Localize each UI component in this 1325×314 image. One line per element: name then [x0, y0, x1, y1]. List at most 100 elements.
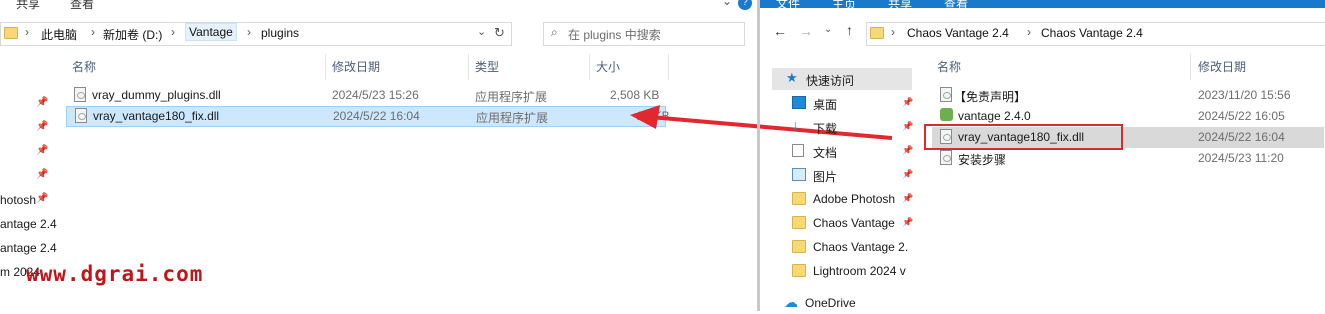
download-icon: ↓	[792, 117, 799, 133]
nav-label: OneDrive	[805, 296, 856, 310]
column-header-type[interactable]: 类型	[475, 58, 499, 75]
column-header-name[interactable]: 名称	[937, 58, 961, 75]
file-date: 2024/5/22 16:04	[333, 109, 420, 123]
address-bar[interactable]: › 此电脑 › 新加卷 (D:) › Vantage › plugins ⌄ ↻	[0, 22, 512, 46]
chevron-right-icon[interactable]: ›	[91, 25, 95, 39]
nav-item-quick-access[interactable]: ★ 快速访问	[772, 68, 912, 90]
column-divider[interactable]	[325, 54, 326, 80]
pin-icon[interactable]: 📌	[902, 193, 913, 204]
document-icon	[792, 144, 804, 157]
nav-label: 图片	[813, 170, 838, 184]
column-divider[interactable]	[1190, 54, 1191, 80]
watermark: www.dgrai.com	[26, 262, 204, 286]
breadcrumb-plugins[interactable]: plugins	[261, 26, 299, 40]
chevron-right-icon[interactable]: ›	[25, 25, 29, 39]
recent-dropdown-icon[interactable]: ⌄	[824, 24, 832, 35]
pin-icon[interactable]: 📌	[36, 193, 48, 204]
vantage-app-icon	[940, 108, 953, 121]
pin-icon[interactable]: 📌	[36, 169, 48, 180]
file-date: 2023/11/20 15:56	[1198, 88, 1291, 102]
folder-icon	[4, 27, 18, 39]
file-name: 【免责声明】	[954, 90, 1027, 104]
folder-icon	[792, 264, 806, 277]
folder-icon	[870, 27, 884, 39]
up-arrow-icon[interactable]: ↑	[846, 22, 853, 38]
text-file-icon	[940, 87, 952, 102]
pin-icon[interactable]: 📌	[36, 97, 48, 108]
column-divider[interactable]	[589, 54, 590, 80]
folder-icon	[792, 192, 806, 205]
pictures-icon	[792, 168, 806, 181]
chevron-right-icon[interactable]: ›	[891, 25, 895, 39]
column-divider[interactable]	[468, 54, 469, 80]
ribbon-tab-share[interactable]: 共享	[16, 0, 40, 12]
nav-label: 文档	[813, 146, 838, 160]
chevron-right-icon[interactable]: ›	[171, 25, 175, 39]
text-file-icon	[940, 150, 952, 165]
column-header-size[interactable]: 大小	[596, 58, 620, 75]
highlight-box-annotation	[924, 124, 1123, 150]
dll-file-icon	[74, 87, 86, 102]
arrow-head	[630, 105, 660, 129]
nav-item-truncated[interactable]: hotosh	[0, 193, 36, 207]
file-type: 应用程序扩展	[475, 90, 548, 104]
nav-item-truncated[interactable]: antage 2.4	[0, 217, 57, 231]
pin-icon[interactable]: 📌	[36, 145, 48, 156]
dropdown-icon[interactable]: ⌄	[477, 25, 486, 38]
nav-label: Chaos Vantage 2.	[813, 240, 909, 254]
nav-item-pictures[interactable]: 图片 📌	[772, 164, 913, 186]
pin-icon[interactable]: 📌	[36, 121, 48, 132]
back-arrow-icon[interactable]: ←	[773, 23, 787, 39]
help-icon[interactable]: ?	[738, 0, 752, 10]
ribbon-tab-view[interactable]: 查看	[944, 0, 968, 12]
nav-item-folder[interactable]: Lightroom 2024 v	[772, 260, 912, 282]
address-bar[interactable]: › Chaos Vantage 2.4 › Chaos Vantage 2.4	[866, 22, 1325, 46]
pin-icon[interactable]: 📌	[902, 169, 913, 180]
nav-item-folder[interactable]: Chaos Vantage 📌	[772, 212, 913, 234]
forward-arrow-icon[interactable]: →	[799, 23, 813, 39]
file-type: 应用程序扩展	[476, 111, 549, 125]
dll-file-icon	[75, 108, 87, 123]
nav-label: 桌面	[813, 98, 838, 112]
nav-label: Lightroom 2024 v	[813, 264, 906, 278]
chevron-right-icon[interactable]: ›	[247, 25, 251, 39]
nav-item-folder[interactable]: Adobe Photosh 📌	[772, 188, 913, 210]
breadcrumb-vantage[interactable]: Vantage	[185, 23, 237, 41]
file-date: 2024/5/22 16:05	[1198, 109, 1285, 123]
file-row-selected[interactable]: vray_vantage180_fix.dll 2024/5/22 16:04 …	[66, 106, 670, 127]
minimize-ribbon-icon[interactable]: ⌄	[722, 0, 732, 8]
ribbon-tab-home[interactable]: 主页	[832, 0, 856, 12]
breadcrumb-drive-d[interactable]: 新加卷 (D:)	[103, 26, 162, 43]
breadcrumb-this-pc[interactable]: 此电脑	[41, 26, 77, 43]
nav-item-desktop[interactable]: 桌面 📌	[772, 92, 913, 114]
nav-item-documents[interactable]: 文档 📌	[772, 140, 913, 162]
search-placeholder: 在 plugins 中搜索	[568, 28, 661, 42]
folder-icon	[792, 240, 806, 253]
breadcrumb-chaos-vantage[interactable]: Chaos Vantage 2.4	[907, 26, 1009, 40]
column-header-name[interactable]: 名称	[72, 58, 96, 75]
file-row[interactable]: 【免责声明】 2023/11/20 15:56	[932, 85, 1324, 106]
file-date: 2024/5/22 16:04	[1198, 130, 1285, 144]
ribbon-tab-share[interactable]: 共享	[888, 0, 912, 12]
pin-icon[interactable]: 📌	[902, 217, 913, 228]
pin-icon[interactable]: 📌	[902, 97, 913, 108]
cloud-icon: ☁	[784, 294, 798, 310]
pin-icon[interactable]: 📌	[902, 121, 913, 132]
nav-label: 下载	[813, 122, 838, 136]
breadcrumb-chaos-vantage[interactable]: Chaos Vantage 2.4	[1041, 26, 1143, 40]
refresh-icon[interactable]: ↻	[494, 25, 505, 41]
column-divider[interactable]	[668, 54, 669, 80]
pin-icon[interactable]: 📌	[902, 145, 913, 156]
ribbon-tab-view[interactable]: 查看	[70, 0, 94, 12]
file-name: vray_vantage180_fix.dll	[93, 109, 220, 123]
chevron-right-icon[interactable]: ›	[1027, 25, 1031, 39]
nav-item-truncated[interactable]: antage 2.4	[0, 241, 57, 255]
nav-item-folder[interactable]: Chaos Vantage 2.	[772, 236, 912, 258]
ribbon-tab-file[interactable]: 文件	[776, 0, 800, 12]
column-header-date[interactable]: 修改日期	[1198, 58, 1246, 75]
nav-item-downloads[interactable]: ↓ 下载 📌	[772, 116, 913, 138]
search-box[interactable]: ⌕ 在 plugins 中搜索	[543, 22, 745, 46]
file-row[interactable]: 安装步骤 2024/5/23 11:20	[932, 148, 1324, 169]
column-header-date[interactable]: 修改日期	[332, 58, 380, 75]
file-row[interactable]: vray_dummy_plugins.dll 2024/5/23 15:26 应…	[66, 85, 666, 106]
